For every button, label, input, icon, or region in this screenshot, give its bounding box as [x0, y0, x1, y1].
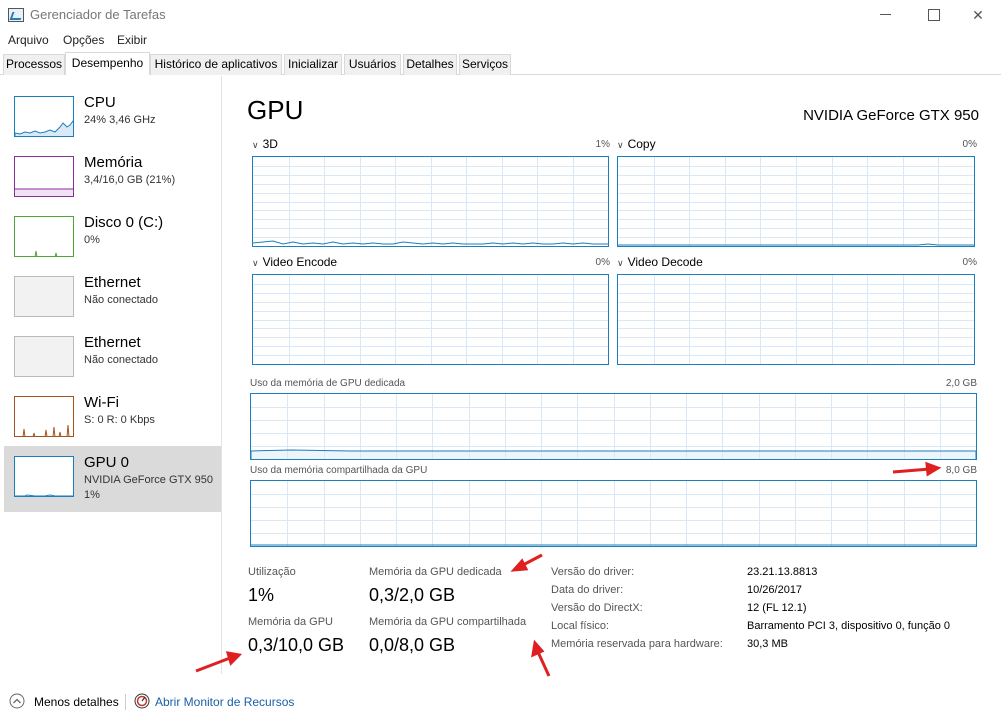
annotation-arrows [195, 461, 942, 677]
less-details-link[interactable]: Menos detalhes [34, 695, 119, 709]
arrow-shared [536, 651, 551, 677]
arrow-dedicated-head [510, 558, 529, 572]
footer-divider [125, 694, 126, 710]
arrow-gpu-memory-head [225, 651, 243, 666]
arrow-shared-head [531, 639, 545, 658]
chevron-up-circle-icon[interactable] [9, 693, 25, 709]
arrow-8gb [892, 467, 931, 474]
footer: Menos detalhes Abrir Monitor de Recursos [0, 688, 1001, 718]
arrow-gpu-memory [195, 656, 231, 673]
resource-monitor-icon[interactable] [134, 693, 150, 709]
arrow-8gb-head [925, 461, 942, 477]
open-resource-monitor-link[interactable]: Abrir Monitor de Recursos [155, 695, 294, 709]
